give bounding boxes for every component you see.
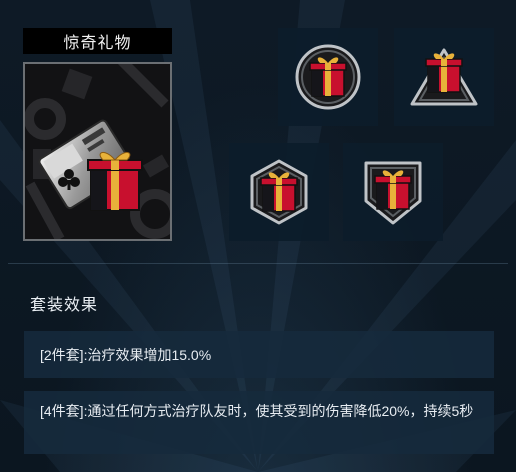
- set-detail-panel: 惊奇礼物 套装效果 [2件套]:治疗效果增加15.0% [4件套]:通过任何方式…: [0, 0, 516, 472]
- set-effect-title: 套装效果: [30, 297, 99, 314]
- two-piece-effect: [2件套]:治疗效果增加15.0%: [24, 331, 494, 378]
- item-image-card: [23, 62, 172, 241]
- section-divider: [8, 263, 508, 264]
- piece-slot-3[interactable]: [229, 143, 329, 241]
- piece-slot-1[interactable]: [278, 28, 378, 126]
- gift-box-icon: [410, 48, 478, 106]
- four-piece-effect: [4件套]:通过任何方式治疗队友时，使其受到的伤害降低20%，持续5秒: [24, 391, 494, 454]
- gift-box-icon: [250, 159, 308, 225]
- item-title: 惊奇礼物: [23, 28, 172, 54]
- gift-box-icon: [295, 44, 361, 110]
- four-piece-effect-text: [4件套]:通过任何方式治疗队友时，使其受到的伤害降低20%，持续5秒: [40, 403, 474, 419]
- two-piece-effect-text: [2件套]:治疗效果增加15.0%: [40, 346, 212, 363]
- piece-slot-2[interactable]: [394, 28, 494, 126]
- piece-slot-4[interactable]: [343, 143, 443, 241]
- gift-box-on-card-icon: [25, 64, 170, 239]
- gift-box-icon: [364, 161, 422, 225]
